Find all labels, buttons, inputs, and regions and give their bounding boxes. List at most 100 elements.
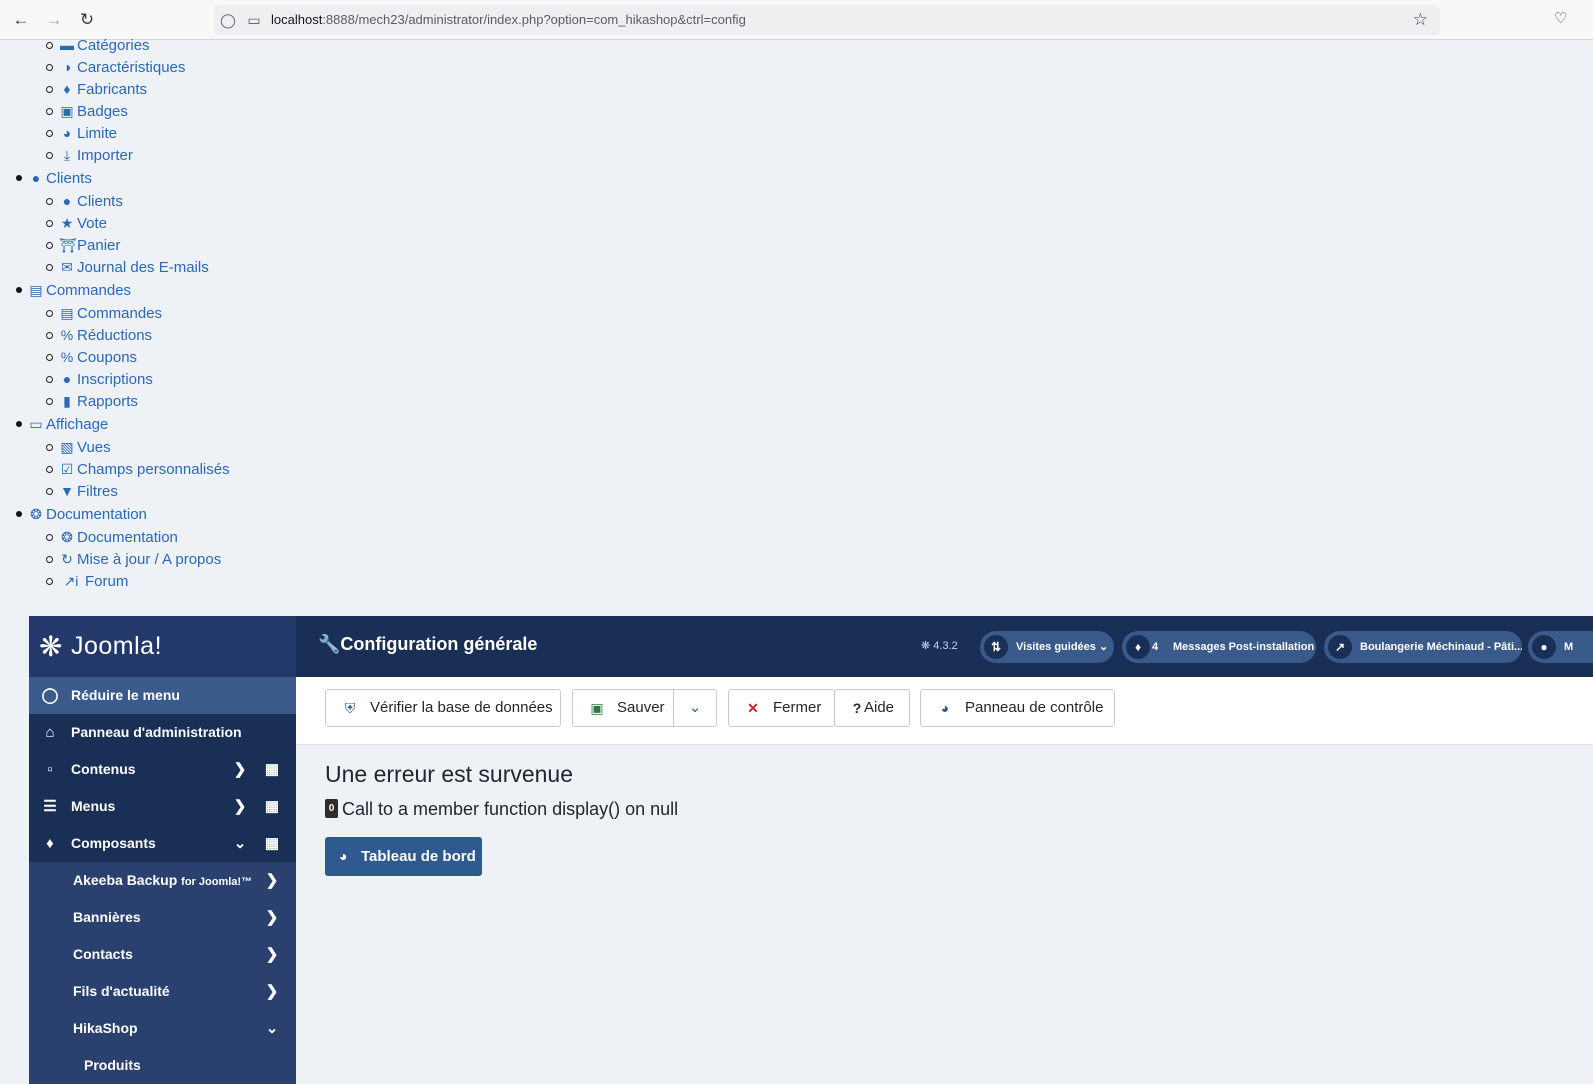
dashboard-grid-icon[interactable]: ▦ (263, 825, 281, 862)
lifebuoy-icon: ❂ (61, 529, 73, 545)
tree-link[interactable]: Clients (46, 170, 92, 187)
chevron-down-icon[interactable]: ⌄ (263, 1010, 281, 1047)
tree-link[interactable]: Fabricants (77, 81, 147, 98)
sidebar-item-content[interactable]: ▫ Contenus ❯ ▦ (29, 751, 296, 788)
tree-link[interactable]: Forum (85, 573, 128, 590)
tree-link[interactable]: Limite (77, 125, 117, 142)
sidebar-item-products[interactable]: Produits (29, 1047, 296, 1084)
tree-link[interactable]: Vote (77, 215, 107, 232)
tree-item-characteristics[interactable]: ◑ Caractéristiques (46, 56, 185, 78)
dashboard-grid-icon[interactable]: ▦ (263, 751, 281, 788)
page-title-text: Configuration générale (340, 634, 538, 654)
sidebar-item-akeeba[interactable]: Akeeba Backup for Joomla!™ ❯ (29, 862, 296, 899)
chevron-right-icon[interactable]: ❯ (263, 862, 281, 899)
chevron-right-icon[interactable]: ❯ (263, 936, 281, 973)
help-button[interactable]: ? Aide (834, 689, 910, 727)
sidebar-item-menus[interactable]: ☰ Menus ❯ ▦ (29, 788, 296, 825)
tree-link[interactable]: Catégories (77, 37, 150, 54)
tree-item-limit[interactable]: ◕ Limite (46, 122, 117, 144)
tree-link[interactable]: Caractéristiques (77, 59, 185, 76)
bookmark-star-icon[interactable]: ☆ (1413, 10, 1428, 30)
url-host: localhost (271, 12, 323, 27)
tree-group-clients[interactable]: ● Clients (16, 167, 92, 189)
close-button[interactable]: ✕ Fermer (728, 689, 835, 727)
tree-link[interactable]: Inscriptions (77, 371, 153, 388)
tree-group-display[interactable]: ▭ Affichage (16, 413, 108, 435)
tree-item-update-about[interactable]: ↻ Mise à jour / A propos (46, 548, 221, 570)
chevron-right-icon[interactable]: ❯ (263, 973, 281, 1010)
tree-item-filters[interactable]: ▼ Filtres (46, 480, 118, 502)
sidebar-item-feeds[interactable]: Fils d'actualité ❯ (29, 973, 296, 1010)
chevron-right-icon[interactable]: ❯ (263, 899, 281, 936)
tree-item-manufacturers[interactable]: ♦ Fabricants (46, 78, 147, 100)
tree-link[interactable]: Importer (77, 147, 133, 164)
messages-label: Messages Post-installation (1173, 641, 1315, 653)
control-panel-button[interactable]: ◕ Panneau de contrôle (920, 689, 1115, 727)
tree-item-reports[interactable]: ▮ Rapports (46, 390, 138, 412)
reload-icon[interactable]: ↻ (76, 9, 98, 31)
tree-item-forum[interactable]: ↗i Forum (46, 570, 128, 592)
logo-area[interactable]: ❋ Joomla! (29, 616, 296, 677)
tree-group-orders[interactable]: ▤ Commandes (16, 279, 131, 301)
tree-link[interactable]: Clients (77, 193, 123, 210)
tree-item-coupons[interactable]: % Coupons (46, 346, 137, 368)
check-database-button[interactable]: ⛨ Vérifier la base de données (325, 689, 561, 727)
tree-link[interactable]: Champs personnalisés (77, 461, 230, 478)
sidebar-item-admin-panel[interactable]: ⌂ Panneau d'administration (29, 714, 296, 751)
tree-item-custom-fields[interactable]: ☑ Champs personnalisés (46, 458, 230, 480)
tree-link[interactable]: Panier (77, 237, 120, 254)
forward-icon[interactable]: → (43, 9, 65, 31)
tree-item-cart[interactable]: ⛩Panier (46, 234, 120, 256)
collapse-menu-button[interactable]: ◯ Réduire le menu (29, 677, 296, 714)
list-marker (46, 197, 53, 205)
sidebar-item-hikashop[interactable]: HikaShop ⌄ (29, 1010, 296, 1047)
version-text: 4.3.2 (933, 640, 958, 652)
sidebar-item-contacts[interactable]: Contacts ❯ (29, 936, 296, 973)
dashboard-grid-icon[interactable]: ▦ (263, 788, 281, 825)
tree-link[interactable]: Mise à jour / A propos (77, 551, 221, 568)
url-text[interactable]: localhost:8888/mech23/administrator/inde… (271, 12, 746, 27)
tree-link[interactable]: Journal des E-mails (77, 259, 209, 276)
tree-item-badges[interactable]: ▣ Badges (46, 100, 128, 122)
tree-item-clients[interactable]: ● Clients (46, 190, 123, 212)
shield-icon[interactable]: ◯ (220, 12, 236, 28)
tree-item-views[interactable]: ▧ Vues (46, 436, 111, 458)
tree-link[interactable]: Documentation (46, 506, 147, 523)
tree-item-vote[interactable]: ★ Vote (46, 212, 107, 234)
tree-item-import[interactable]: ⤓ Importer (46, 144, 133, 166)
tree-item-subscriptions[interactable]: ● Inscriptions (46, 368, 153, 390)
tree-group-documentation[interactable]: ❂ Documentation (16, 503, 147, 525)
tree-link[interactable]: Commandes (46, 282, 131, 299)
tree-link[interactable]: Affichage (46, 416, 108, 433)
tree-item-discounts[interactable]: % Réductions (46, 324, 152, 346)
tree-link[interactable]: Vues (77, 439, 111, 456)
post-install-messages-button[interactable]: ♦ 4 Messages Post-installation (1122, 631, 1316, 663)
tree-link[interactable]: Documentation (77, 529, 178, 546)
view-site-button[interactable]: ↗ Boulangerie Méchinaud - Pâti... (1324, 631, 1522, 663)
tree-link[interactable]: Réductions (77, 327, 152, 344)
tree-link[interactable]: Coupons (77, 349, 137, 366)
back-icon[interactable]: ← (10, 9, 32, 31)
chevron-right-icon[interactable]: ❯ (231, 751, 249, 788)
tree-item-documentation[interactable]: ❂ Documentation (46, 526, 178, 548)
tree-link[interactable]: Badges (77, 103, 128, 120)
dashboard-button[interactable]: ◕ Tableau de bord (325, 837, 482, 876)
tree-item-categories[interactable]: ▬ Catégories (46, 34, 150, 56)
guided-tours-button[interactable]: ⇅ Visites guidées ⌄ (980, 631, 1114, 663)
akeeba-suffix: for Joomla!™ (181, 876, 253, 888)
pocket-icon[interactable]: ♡ (1554, 9, 1567, 27)
signpost-icon: ⇅ (984, 635, 1008, 659)
chevron-right-icon[interactable]: ❯ (231, 788, 249, 825)
tree-link[interactable]: Rapports (77, 393, 138, 410)
sidebar-item-banners[interactable]: Bannières ❯ (29, 899, 296, 936)
tree-item-email-log[interactable]: ✉ Journal des E-mails (46, 256, 209, 278)
tree-link[interactable]: Filtres (77, 483, 118, 500)
save-dropdown-button[interactable]: ⌄ (673, 689, 717, 727)
address-bar[interactable]: ◯ ▭ localhost:8888/mech23/administrator/… (214, 5, 1440, 35)
user-menu-button[interactable]: ● M (1528, 631, 1593, 663)
sidebar-item-components[interactable]: ♦ Composants ⌄ ▦ (29, 825, 296, 862)
tree-link[interactable]: Commandes (77, 305, 162, 322)
tree-item-orders[interactable]: ▤ Commandes (46, 302, 162, 324)
save-button[interactable]: ▣ Sauver (572, 689, 674, 727)
chevron-down-icon[interactable]: ⌄ (231, 825, 249, 862)
